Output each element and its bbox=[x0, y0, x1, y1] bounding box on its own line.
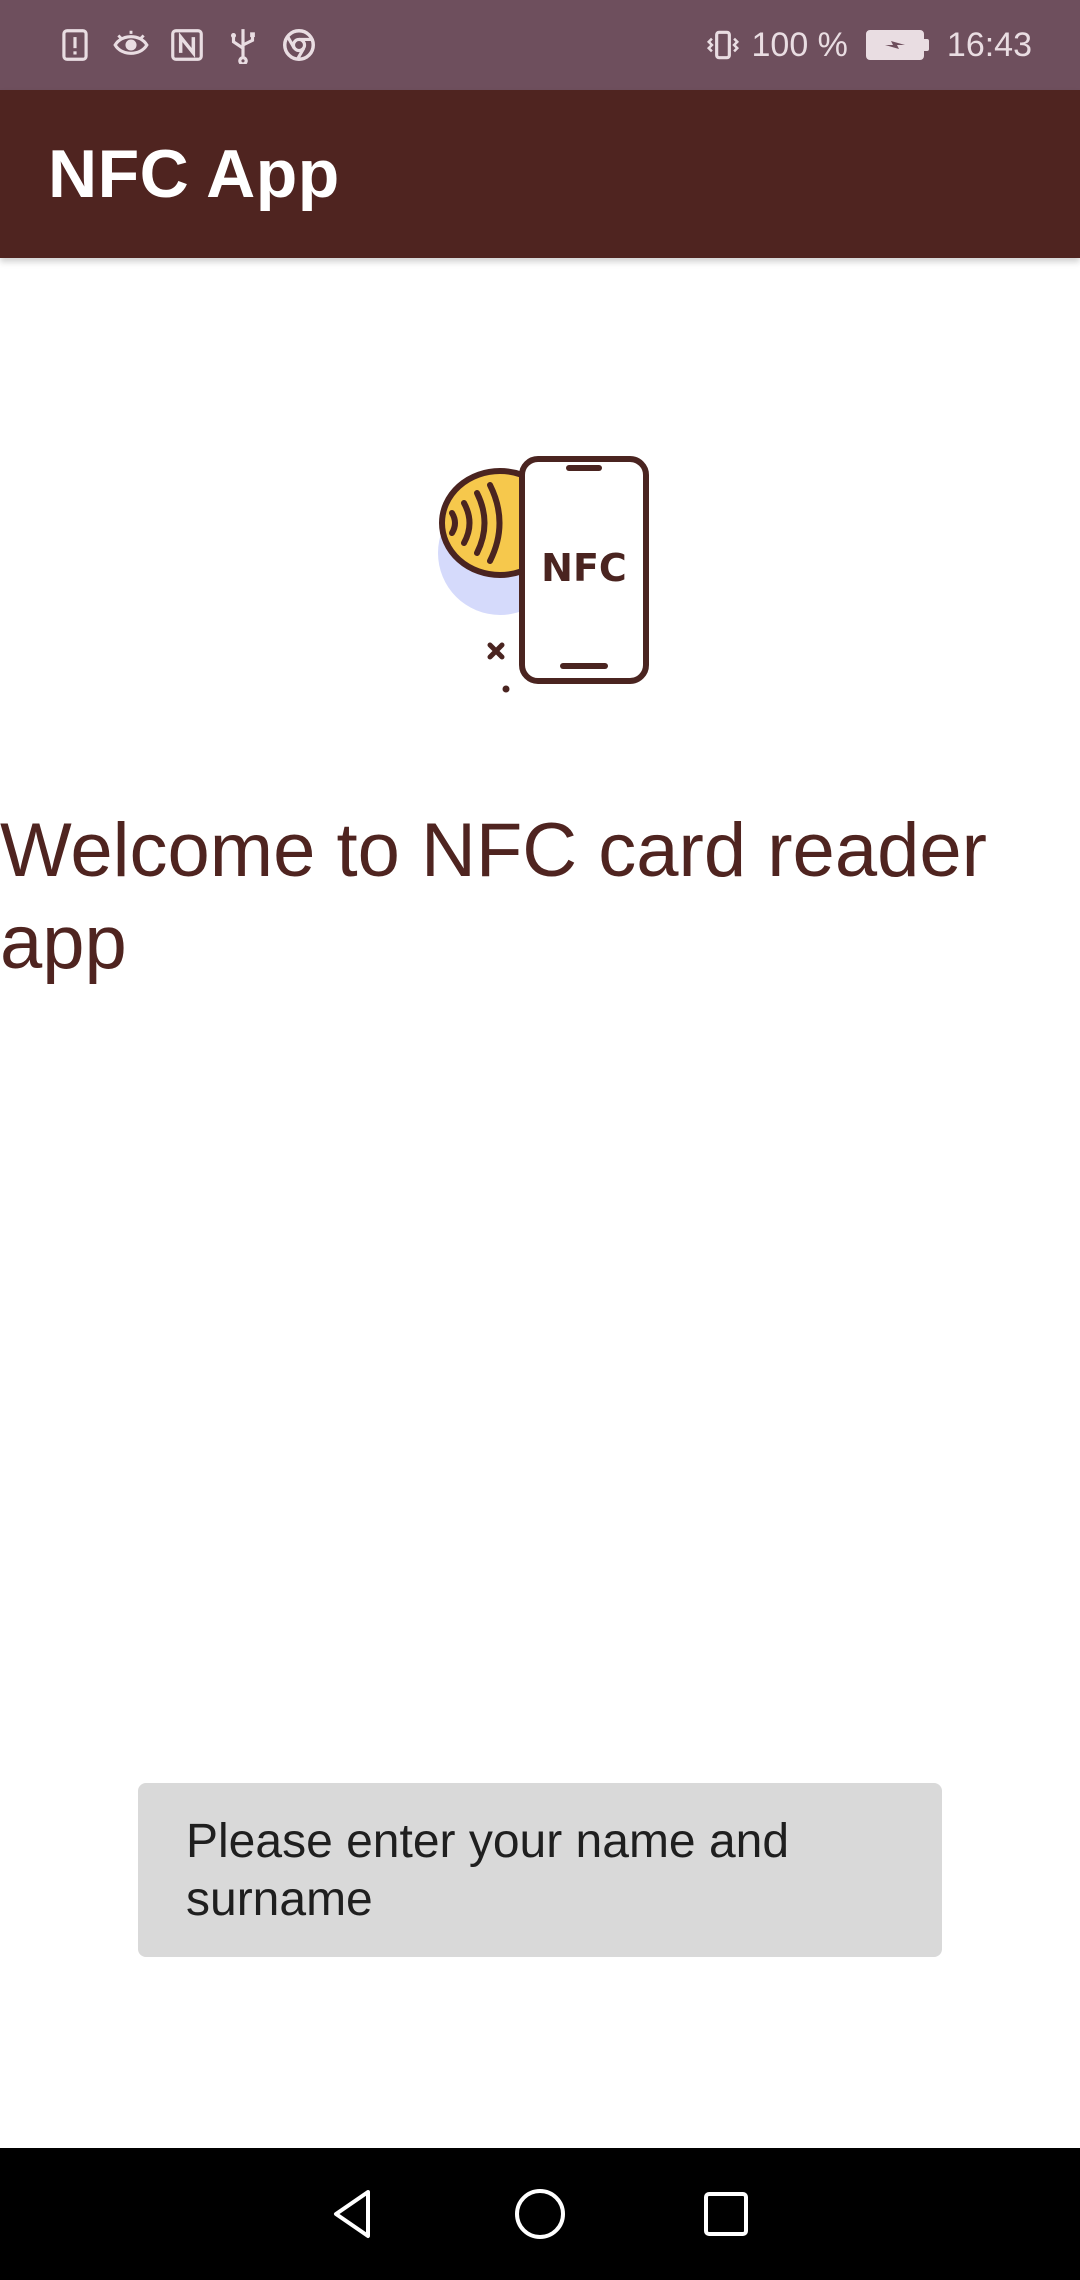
app-title: NFC App bbox=[48, 136, 340, 212]
welcome-text: Welcome to NFC card reader app bbox=[0, 808, 987, 985]
nfc-illustration: NFC bbox=[420, 455, 660, 695]
status-time: 16:43 bbox=[946, 25, 1032, 64]
vibrate-icon bbox=[704, 26, 742, 64]
eye-icon bbox=[112, 26, 150, 64]
status-right: 100 % 16:43 bbox=[704, 25, 1032, 65]
battery-percent: 100 % bbox=[751, 25, 848, 64]
nfc-label: NFC bbox=[541, 546, 627, 590]
status-left-icons bbox=[56, 26, 318, 64]
name-input[interactable]: Please enter your name and surname bbox=[138, 1783, 942, 1957]
chrome-icon bbox=[280, 26, 318, 64]
status-bar: 100 % 16:43 bbox=[0, 0, 1080, 90]
nfc-phone-icon: NFC bbox=[438, 456, 649, 693]
home-icon[interactable] bbox=[510, 2184, 570, 2244]
alert-icon bbox=[56, 26, 94, 64]
recents-icon[interactable] bbox=[696, 2184, 756, 2244]
app-bar: NFC App bbox=[0, 90, 1080, 258]
usb-icon bbox=[224, 26, 262, 64]
battery-icon bbox=[865, 30, 929, 60]
navigation-bar bbox=[0, 2148, 1080, 2280]
back-icon[interactable] bbox=[324, 2184, 384, 2244]
nfc-icon bbox=[168, 26, 206, 64]
